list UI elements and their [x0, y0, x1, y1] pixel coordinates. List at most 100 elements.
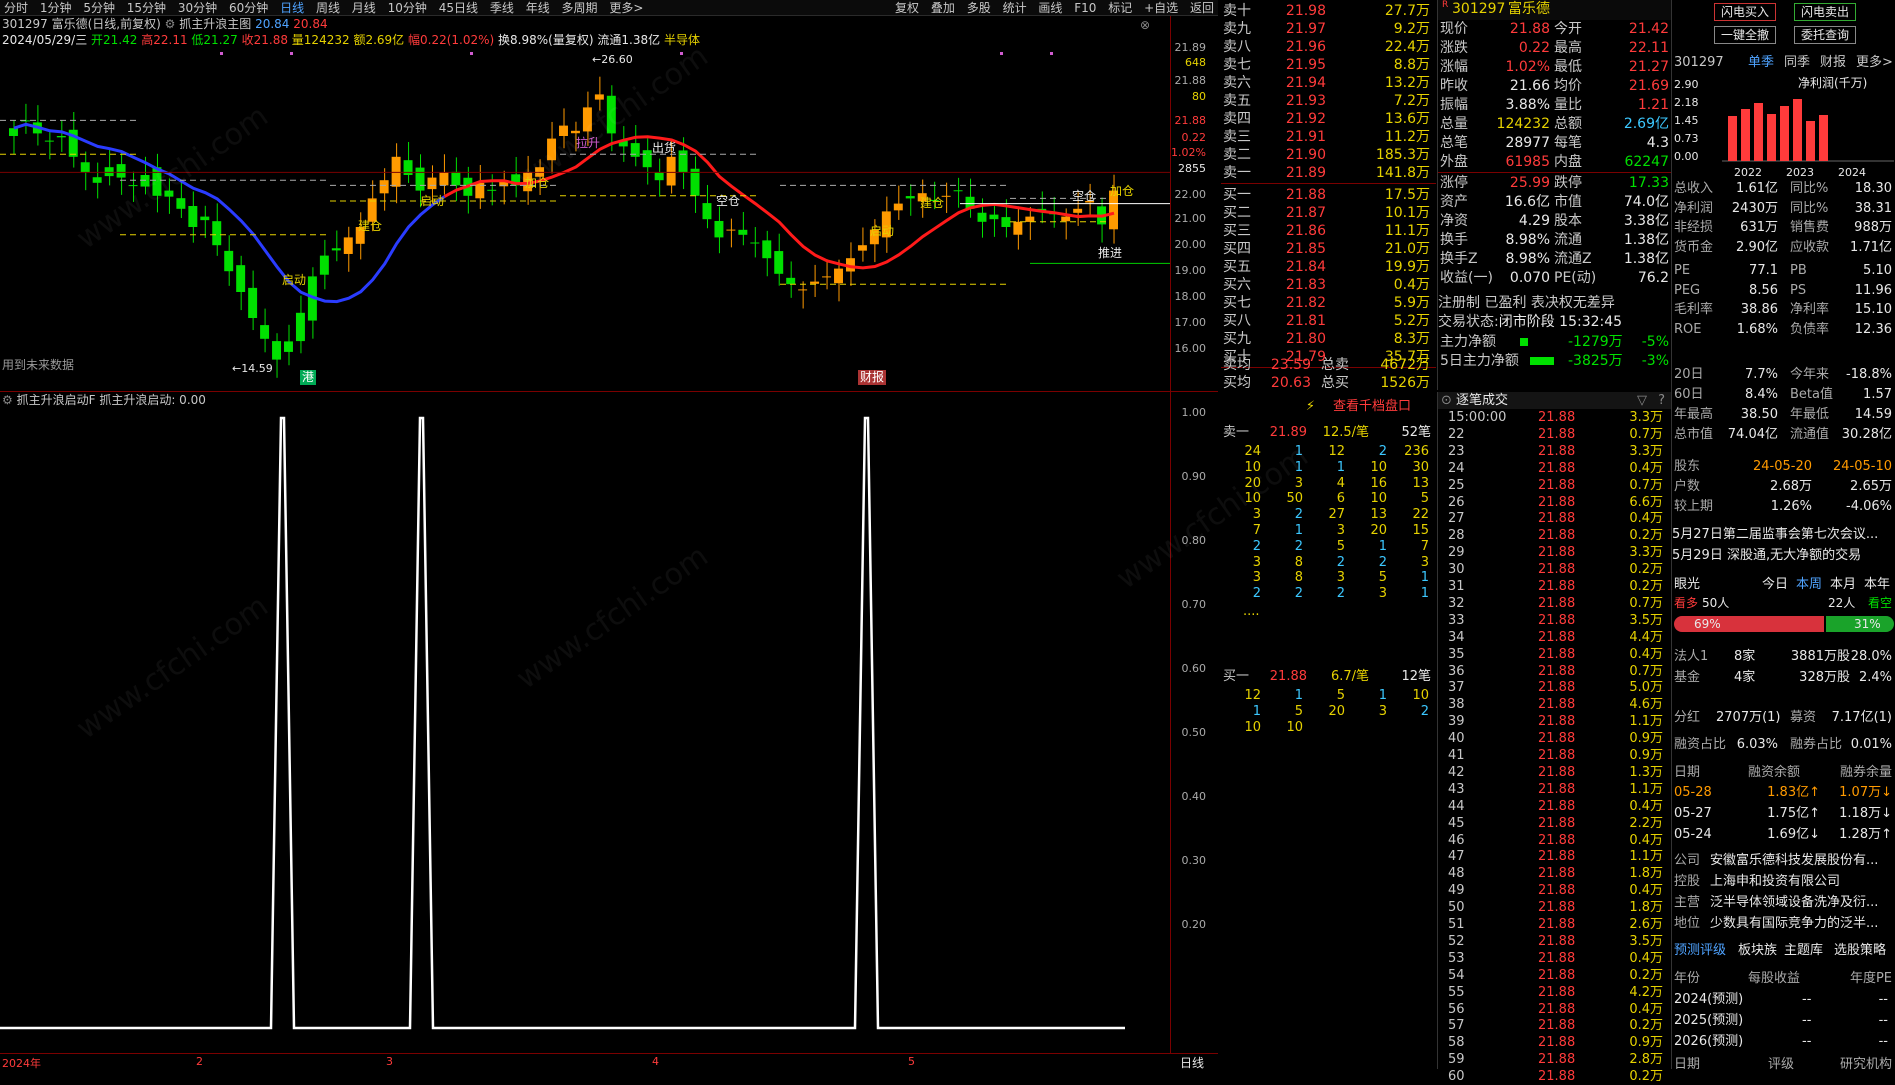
level-label: 卖三: [1223, 129, 1251, 145]
vision-tab[interactable]: 今日: [1762, 576, 1788, 594]
bull-pct: 69%: [1694, 617, 1721, 631]
filter-icon[interactable]: ▽: [1637, 392, 1647, 409]
div-label: 分红: [1674, 710, 1701, 725]
fin-label: PE: [1674, 263, 1691, 278]
sell-level-row[interactable]: 卖二 21.90 185.3万: [1221, 146, 1436, 164]
sell-level-row[interactable]: 卖六 21.94 13.2万: [1221, 74, 1436, 92]
flash-sell-button[interactable]: 闪电卖出: [1794, 3, 1856, 21]
buy-level-row[interactable]: 买一 21.88 17.5万: [1221, 186, 1436, 204]
buy-level-row[interactable]: 买二 21.87 10.1万: [1221, 204, 1436, 222]
perf-value: 7.7%: [1744, 367, 1778, 382]
period-10min[interactable]: 10分钟: [384, 0, 431, 15]
vision-tab[interactable]: 本周: [1796, 576, 1822, 594]
sell-level-row[interactable]: 卖一 21.89 141.8万: [1221, 164, 1436, 182]
period-tag[interactable]: 日线: [1180, 1054, 1204, 1071]
tick-price: 21.88: [1538, 984, 1576, 1000]
flash-buy-button[interactable]: 闪电买入: [1714, 3, 1776, 21]
period-monthly[interactable]: 月线: [348, 0, 380, 15]
event-report-badge[interactable]: 财报: [858, 370, 887, 385]
period-5min[interactable]: 5分钟: [79, 0, 119, 15]
candlestick-chart[interactable]: 301297 富乐德(日线,前复权) ⚙ 抓主升浪主图 20.84 20.84 …: [0, 16, 1218, 392]
sell-level-row[interactable]: 卖三 21.91 11.2万: [1221, 128, 1436, 146]
tb-overlay[interactable]: 叠加: [927, 0, 959, 15]
tb-fuquan[interactable]: 复权: [891, 0, 923, 15]
y-label: 19.00: [1174, 264, 1207, 277]
sell-level-row[interactable]: 卖七 21.95 8.8万: [1221, 56, 1436, 74]
forecast-tab[interactable]: 选股策略: [1834, 942, 1886, 960]
fin-x-label: 2023: [1786, 166, 1814, 179]
buy-level-row[interactable]: 买六 21.83 0.4万: [1221, 276, 1436, 294]
forecast-tab[interactable]: 预测评级: [1674, 942, 1726, 960]
view-depth-link[interactable]: 查看千档盘口: [1333, 398, 1433, 416]
candle-body: [80, 162, 90, 173]
period-year[interactable]: 年线: [522, 0, 554, 15]
tb-f10[interactable]: F10: [1070, 0, 1100, 15]
indicator-panel[interactable]: ⚙ 抓主升浪启动F 抓主升浪启动: 0.00 1.00 0.90 0.80 0.…: [0, 392, 1218, 1053]
period-more[interactable]: 更多>: [605, 0, 647, 15]
news-item[interactable]: 5月29日 深股通,无大净额的交易: [1672, 547, 1895, 565]
period-fenshi[interactable]: 分时: [0, 0, 32, 15]
buy-level-row[interactable]: 买八 21.81 5.2万: [1221, 312, 1436, 330]
period-multi[interactable]: 多周期: [558, 0, 602, 15]
tb-multi[interactable]: 多股: [963, 0, 995, 15]
cancel-all-button[interactable]: 一键全撤: [1714, 26, 1776, 44]
vision-tab[interactable]: 本月: [1830, 576, 1856, 594]
signal-dot: [220, 52, 223, 55]
buy-level-row[interactable]: 买七 21.82 5.9万: [1221, 294, 1436, 312]
signal-label: 加仓: [525, 176, 550, 190]
tab-sameq[interactable]: 同季: [1784, 54, 1810, 72]
rating-head: 研究机构: [1839, 1057, 1892, 1072]
tb-mark[interactable]: 标记: [1104, 0, 1136, 15]
fin-value: 77.1: [1749, 263, 1778, 278]
tab-quarter[interactable]: 单季: [1748, 54, 1774, 72]
candle-body: [738, 229, 748, 235]
period-60min[interactable]: 60分钟: [225, 0, 272, 15]
buy-level-row[interactable]: 买五 21.84 19.9万: [1221, 258, 1436, 276]
queue-cell: 13: [1412, 475, 1429, 491]
signal-label: 加仓: [1110, 184, 1135, 198]
tick-time: 15:00:00: [1448, 410, 1507, 425]
perf-label: 20日: [1674, 367, 1704, 382]
candle-body: [44, 140, 54, 142]
level-volume: 8.3万: [1393, 331, 1430, 347]
period-1min[interactable]: 1分钟: [36, 0, 76, 15]
sell-level-row[interactable]: 卖五 21.93 7.2万: [1221, 92, 1436, 110]
fin-value: 1.68%: [1736, 321, 1778, 337]
order-query-button[interactable]: 委托查询: [1794, 26, 1856, 44]
help-icon[interactable]: ?: [1658, 392, 1665, 409]
tick-volume: 0.2万: [1629, 579, 1663, 594]
event-hk-badge[interactable]: 港: [300, 370, 317, 385]
buy-level-row[interactable]: 买九 21.80 8.3万: [1221, 330, 1436, 348]
period-daily[interactable]: 日线: [276, 0, 308, 15]
y-label: 648: [1185, 56, 1206, 69]
buy-level-row[interactable]: 买三 21.86 11.1万: [1221, 222, 1436, 240]
margin-head: 融券余量: [1839, 765, 1892, 780]
sell-level-row[interactable]: 卖九 21.97 9.2万: [1221, 20, 1436, 38]
fin-value: 15.10: [1854, 302, 1892, 317]
news-item[interactable]: 5月27日第二届监事会第七次会议...: [1672, 526, 1895, 544]
tb-add-watch[interactable]: +自选: [1140, 0, 1182, 15]
period-quarter[interactable]: 季线: [486, 0, 518, 15]
period-15min[interactable]: 15分钟: [123, 0, 170, 15]
forecast-tab[interactable]: 板块族: [1738, 942, 1777, 960]
sell-level-row[interactable]: 卖十 21.98 27.7万: [1221, 2, 1436, 20]
period-30min[interactable]: 30分钟: [174, 0, 221, 15]
tb-stats[interactable]: 统计: [999, 0, 1031, 15]
queue-more: ....: [1243, 604, 1260, 619]
collapse-icon[interactable]: ⊙: [1441, 392, 1452, 409]
tab-more[interactable]: 更多>: [1856, 54, 1893, 72]
period-45day[interactable]: 45日线: [435, 0, 482, 15]
sell-level-row[interactable]: 卖四 21.92 13.6万: [1221, 110, 1436, 128]
tb-draw[interactable]: 画线: [1034, 0, 1066, 15]
quote-value: 8.98%: [1505, 251, 1550, 267]
tab-report[interactable]: 财报: [1820, 54, 1846, 72]
tb-back[interactable]: 返回: [1186, 0, 1218, 15]
vision-tab[interactable]: 本年: [1864, 576, 1890, 594]
level-volume: 7.2万: [1393, 93, 1430, 109]
sell-level-row[interactable]: 卖八 21.96 22.4万: [1221, 38, 1436, 56]
tick-row: 56 21.88 0.4万: [1438, 1001, 1671, 1018]
period-weekly[interactable]: 周线: [312, 0, 344, 15]
order-book: 卖十 21.98 27.7万 卖九 21.97 9.2万 卖八 21.96 22.4万 卖七 21.…: [1221, 0, 1436, 392]
forecast-tab[interactable]: 主题库: [1784, 942, 1823, 960]
buy-level-row[interactable]: 买四 21.85 21.0万: [1221, 240, 1436, 258]
